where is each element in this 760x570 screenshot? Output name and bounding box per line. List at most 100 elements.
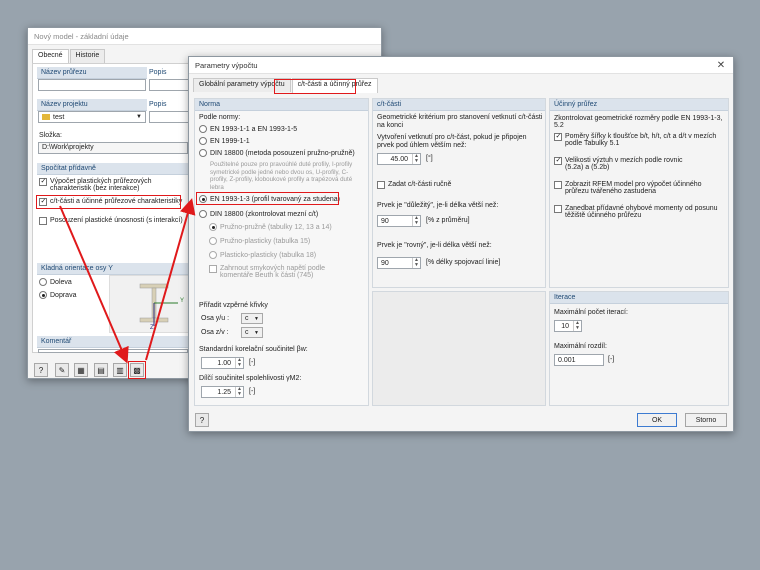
spinner-icon[interactable]: ▲ ▼	[573, 321, 581, 331]
buckling-label: Přiřadit vzpěrné křivky	[199, 302, 268, 309]
desc-input-1[interactable]	[149, 79, 189, 91]
checkbox-checked[interactable]	[39, 178, 47, 186]
iter-max-label: Maximální počet iterací:	[554, 309, 628, 316]
ct-angle-input[interactable]: 45.00 ▲ ▼	[377, 153, 421, 165]
folder-input[interactable]: D:\Work\projekty	[38, 142, 188, 154]
comment-input[interactable]	[38, 349, 188, 353]
orient-left-label: Doleva	[50, 278, 72, 286]
spinner-icon[interactable]: ▲ ▼	[235, 358, 243, 368]
calc-opt1-label: Výpočet plastických průřezových charakte…	[50, 178, 152, 192]
tab-history[interactable]: Historie	[69, 49, 106, 63]
curve-z-select[interactable]: c ▼	[241, 327, 263, 338]
desc-input-2[interactable]	[149, 111, 189, 123]
curve-y-select[interactable]: c ▼	[241, 313, 263, 324]
table-button-2[interactable]: ▤	[94, 363, 108, 377]
radio-off[interactable]	[39, 278, 47, 286]
cancel-button[interactable]: Storno	[685, 413, 727, 427]
desc-label-2: Popis	[149, 101, 167, 108]
calc-opt3[interactable]: Posouzení plastické únosnosti (s interak…	[39, 217, 189, 225]
calc-params-dialog: Parametry výpočtu ✕ Globální parametry v…	[188, 56, 734, 432]
ct-angle-value: 45.00	[390, 155, 408, 163]
calc-header: Spočítat přídavně	[37, 163, 189, 175]
norm-opt1[interactable]: EN 1993-1-1 a EN 1993-1-5	[199, 125, 297, 133]
calc-opt1[interactable]: Výpočet plastických průřezových charakte…	[39, 178, 189, 192]
section-name-input[interactable]	[38, 79, 146, 91]
dialog-title: Parametry výpočtu	[195, 60, 258, 70]
eff-chk3[interactable]: Zobrazit RFEM model pro výpočet účinného…	[554, 181, 719, 195]
z-axis-label: Z	[150, 325, 154, 331]
eff-chk2[interactable]: Velikosti výztuh v mezích podle rovnic (…	[554, 157, 699, 171]
checkbox-unchecked[interactable]	[39, 217, 47, 225]
table-icon: ▦	[77, 365, 85, 375]
norm-sub2[interactable]: Pružno-plasticky (tabulka 15)	[209, 237, 310, 245]
rel-value: 1.25	[217, 388, 231, 396]
help-icon: ?	[38, 365, 44, 375]
eff-chk4[interactable]: Zanedbat přídavné ohybové momenty od pos…	[554, 205, 719, 219]
close-icon[interactable]: ✕	[715, 60, 727, 71]
radio-off[interactable]	[209, 237, 217, 245]
tab-general[interactable]: Obecné	[32, 49, 69, 64]
radio-off[interactable]	[209, 251, 217, 259]
chevron-down-icon: ▼	[254, 329, 259, 336]
eff-chk3-label: Zobrazit RFEM model pro výpočet účinného…	[565, 181, 702, 195]
highlight-tab-ct	[274, 79, 356, 94]
dialog-help-button[interactable]: ?	[195, 413, 209, 427]
orient-left[interactable]: Doleva	[39, 278, 72, 286]
corr-input[interactable]: 1.00 ▲ ▼	[201, 357, 244, 369]
ct-flat: Prvek je "rovný", je-li délka větší než:	[377, 242, 492, 249]
help-button[interactable]: ?	[34, 363, 48, 377]
norm-opt3-label: DIN 18800 (metoda posouzení pružno-pružn…	[210, 149, 355, 157]
radio-on[interactable]	[209, 223, 217, 231]
spinner-icon[interactable]: ▲ ▼	[412, 216, 420, 226]
ct-manual-label: Zadat c/t-části ručně	[388, 181, 452, 188]
ct-important-input[interactable]: 90 ▲ ▼	[377, 215, 421, 227]
table-button-3[interactable]: ▥	[113, 363, 127, 377]
norm-sub-chk[interactable]: Zahrnout smykových napětí podle komentář…	[209, 265, 359, 279]
norm-sub3[interactable]: Plasticko-plasticky (tabulka 18)	[209, 251, 316, 259]
checkbox-unchecked[interactable]	[554, 205, 562, 213]
project-label: Název projektu	[37, 99, 147, 111]
radio-off[interactable]	[199, 137, 207, 145]
table-button-1[interactable]: ▦	[74, 363, 88, 377]
pencil-icon: ✎	[58, 365, 66, 375]
iter-max-value: 10	[561, 322, 569, 330]
ct-flat-unit: [% délky spojovací linie]	[426, 259, 501, 266]
corr-unit: [-]	[249, 359, 256, 366]
radio-off[interactable]	[199, 210, 207, 218]
iter-max-input[interactable]: 10 ▲ ▼	[554, 320, 582, 332]
radio-off[interactable]	[199, 149, 207, 157]
radio-on[interactable]	[39, 291, 47, 299]
ct-important: Prvek je "důležitý", je-li délka větší n…	[377, 202, 499, 209]
eff-panel: Účinný průřez Zkontrolovat geometrické r…	[549, 98, 729, 288]
eff-chk4-label: Zanedbat přídavné ohybové momenty od pos…	[565, 205, 718, 219]
spinner-icon[interactable]: ▲ ▼	[412, 258, 420, 268]
axis-y-label: Osa y/u :	[201, 315, 230, 322]
edit-button[interactable]: ✎	[55, 363, 69, 377]
orient-right-label: Doprava	[50, 291, 77, 299]
checkbox-checked[interactable]	[554, 133, 562, 141]
eff-chk1[interactable]: Poměry šířky k tloušťce b/t, h/t, c/t a …	[554, 133, 719, 147]
orient-right[interactable]: Doprava	[39, 291, 76, 299]
ct-manual[interactable]: Zadat c/t-části ručně	[377, 181, 451, 189]
iter-diff-input[interactable]: 0.001	[554, 354, 604, 366]
checkbox-unchecked[interactable]	[377, 181, 385, 189]
eff-chk2-label: Velikosti výztuh v mezích podle rovnic (…	[565, 157, 683, 171]
spinner-icon[interactable]: ▲ ▼	[235, 387, 243, 397]
norm-opt2[interactable]: EN 1999-1-1	[199, 137, 250, 145]
radio-off[interactable]	[199, 125, 207, 133]
ct-important-value: 90	[381, 217, 389, 225]
calc-opt3-label: Posouzení plastické únosnosti (s interak…	[50, 217, 183, 224]
rel-input[interactable]: 1.25 ▲ ▼	[201, 386, 244, 398]
norm-opt3[interactable]: DIN 18800 (metoda posouzení pružno-pružn…	[199, 149, 355, 157]
ok-button[interactable]: OK	[637, 413, 677, 427]
ct-flat-input[interactable]: 90 ▲ ▼	[377, 257, 421, 269]
norm-sub1[interactable]: Pružno-pružně (tabulky 12, 13 a 14)	[209, 223, 332, 231]
iter-diff-value: 0.001	[558, 356, 576, 364]
spinner-icon[interactable]: ▲ ▼	[412, 154, 420, 164]
checkbox-unchecked[interactable]	[554, 181, 562, 189]
checkbox-checked[interactable]	[554, 157, 562, 165]
checkbox-unchecked[interactable]	[209, 265, 217, 273]
project-select[interactable]: test ▼	[38, 111, 146, 123]
norm-opt5[interactable]: DIN 18800 (zkontrolovat mezní c/t)	[199, 210, 318, 218]
eff-check-geom: Zkontrolovat geometrické rozměry podle E…	[554, 115, 723, 129]
